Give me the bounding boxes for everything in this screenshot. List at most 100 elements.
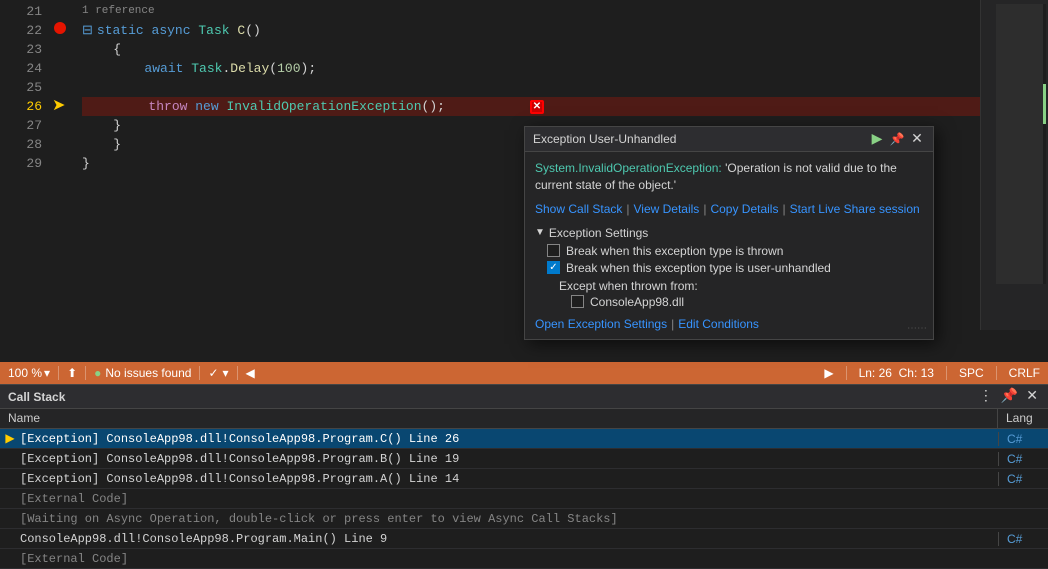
- row-current-icon: ▶: [0, 431, 20, 446]
- exception-icon[interactable]: ✕: [530, 100, 544, 114]
- code-line-26: throw new InvalidOperationException();: [82, 97, 1048, 116]
- row-name-2: [Exception] ConsoleApp98.dll!ConsoleApp9…: [20, 452, 998, 466]
- status-zoom[interactable]: 100 % ▾: [8, 366, 50, 380]
- table-row[interactable]: [External Code]: [0, 489, 1048, 509]
- panel-close-button[interactable]: ✕: [1024, 388, 1040, 405]
- panel-pin-button[interactable]: 📌: [999, 388, 1020, 405]
- code-line-25: [82, 78, 1048, 97]
- checkbox-1-label: Break when this exception type is thrown: [566, 244, 783, 258]
- popup-pin-button[interactable]: 📌: [889, 131, 905, 147]
- nav-prev-icon[interactable]: ◀: [246, 366, 255, 380]
- panel-title: Call Stack: [8, 390, 65, 404]
- triangle-icon: ▼: [535, 227, 545, 238]
- status-right: ▶ Ln: 26 Ch: 13 SPC CRLF: [824, 366, 1040, 380]
- code-line-24: await Task.Delay(100);: [82, 59, 1048, 78]
- spc-status[interactable]: SPC: [959, 366, 984, 380]
- checkmark-icon: ✓: [208, 366, 218, 380]
- no-issues-text: No issues found: [105, 366, 191, 380]
- popup-run-button[interactable]: ▶: [869, 131, 885, 147]
- resize-handle[interactable]: ⋯⋯: [907, 323, 927, 335]
- divider4: [237, 366, 238, 380]
- status-no-issues[interactable]: ● No issues found: [94, 366, 191, 380]
- ch-value: Ch: 13: [899, 366, 934, 380]
- right-panel: [980, 0, 1048, 330]
- check-mark: ✓: [549, 262, 557, 273]
- table-row[interactable]: [Waiting on Async Operation, double-clic…: [0, 509, 1048, 529]
- row-name-4: [External Code]: [20, 492, 998, 506]
- dll-checkbox-row: ConsoleApp98.dll: [571, 295, 923, 309]
- table-header: Name Lang: [0, 409, 1048, 429]
- zoom-dropdown-icon: ▾: [44, 366, 50, 380]
- current-line-arrow: ➤: [52, 95, 65, 115]
- checkbox-2-label: Break when this exception type is user-u…: [566, 261, 831, 275]
- popup-links: Show Call Stack | View Details | Copy De…: [535, 202, 923, 216]
- settings-header-label: Exception Settings: [549, 226, 648, 240]
- panel-controls: ⋮ 📌 ✕: [977, 388, 1040, 405]
- ln-value: Ln: 26: [859, 366, 892, 380]
- dll-checkbox[interactable]: [571, 295, 584, 308]
- row-name-5: [Waiting on Async Operation, double-clic…: [20, 512, 998, 526]
- open-settings-row: Open Exception Settings | Edit Condition…: [535, 317, 923, 331]
- callstack-panel: Call Stack ⋮ 📌 ✕ Name Lang ▶ [Exception]…: [0, 384, 1048, 556]
- popup-close-button[interactable]: ✕: [909, 131, 925, 147]
- row-name-7: [External Code]: [20, 552, 998, 566]
- code-line-21: 1 reference: [82, 2, 1048, 21]
- crlf-status[interactable]: CRLF: [1009, 366, 1040, 380]
- panel-menu-button[interactable]: ⋮: [977, 388, 995, 405]
- table-row[interactable]: [Exception] ConsoleApp98.dll!ConsoleApp9…: [0, 469, 1048, 489]
- popup-header: Exception User-Unhandled ▶ 📌 ✕: [525, 127, 933, 152]
- popup-controls: ▶ 📌 ✕: [869, 131, 925, 147]
- divider2: [85, 366, 86, 380]
- checkbox-row-2: ✓ Break when this exception type is user…: [547, 261, 923, 275]
- line-numbers: 21 22 23 24 25 26 27 28 29: [0, 0, 50, 330]
- table-row[interactable]: [Exception] ConsoleApp98.dll!ConsoleApp9…: [0, 449, 1048, 469]
- row-lang-6: C#: [998, 532, 1048, 546]
- col-name: Name: [0, 409, 998, 428]
- check-icon: ●: [94, 366, 101, 380]
- checkbox-2[interactable]: ✓: [547, 261, 560, 274]
- open-exception-settings-link[interactable]: Open Exception Settings: [535, 317, 667, 331]
- exception-settings: ▼ Exception Settings Break when this exc…: [535, 226, 923, 331]
- row-lang-3: C#: [998, 472, 1048, 486]
- checkbox-row-1: Break when this exception type is thrown: [547, 244, 923, 258]
- play-button[interactable]: ▶: [824, 366, 833, 380]
- ln-ch: Ln: 26 Ch: 13: [859, 366, 934, 380]
- row-lang-2: C#: [998, 452, 1048, 466]
- start-live-share-link[interactable]: Start Live Share session: [790, 202, 920, 216]
- panel-header: Call Stack ⋮ 📌 ✕: [0, 385, 1048, 409]
- checkbox-1[interactable]: [547, 244, 560, 257]
- breakpoint-dot: [54, 22, 66, 34]
- status-nav: ◀: [246, 366, 255, 380]
- dll-label: ConsoleApp98.dll: [590, 295, 684, 309]
- table-rows: ▶ [Exception] ConsoleApp98.dll!ConsoleAp…: [0, 429, 1048, 569]
- popup-body: System.InvalidOperationException: 'Opera…: [525, 152, 933, 339]
- show-call-stack-link[interactable]: Show Call Stack: [535, 202, 622, 216]
- col-lang: Lang: [998, 409, 1048, 428]
- divider: [58, 366, 59, 380]
- editor-gutter: ➤: [50, 0, 74, 330]
- divider3: [199, 366, 200, 380]
- table-row[interactable]: [External Code]: [0, 549, 1048, 569]
- exception-type: System.InvalidOperationException:: [535, 161, 722, 175]
- row-name-6: ConsoleApp98.dll!ConsoleApp98.Program.Ma…: [20, 532, 998, 546]
- edit-conditions-link[interactable]: Edit Conditions: [678, 317, 759, 331]
- exception-popup: Exception User-Unhandled ▶ 📌 ✕ System.In…: [524, 126, 934, 340]
- row-name-3: [Exception] ConsoleApp98.dll!ConsoleApp9…: [20, 472, 998, 486]
- status-checkmark[interactable]: ✓ ▾: [208, 366, 228, 380]
- status-git[interactable]: ⬆: [67, 366, 77, 380]
- status-bar: 100 % ▾ ⬆ ● No issues found ✓ ▾ ◀ ▶ Ln: …: [0, 362, 1048, 384]
- row-name-1: [Exception] ConsoleApp98.dll!ConsoleApp9…: [20, 432, 998, 446]
- zoom-level: 100 %: [8, 366, 42, 380]
- checkmark-dropdown: ▾: [223, 366, 229, 380]
- callstack-table: Name Lang ▶ [Exception] ConsoleApp98.dll…: [0, 409, 1048, 569]
- popup-title: Exception User-Unhandled: [533, 132, 676, 146]
- view-details-link[interactable]: View Details: [634, 202, 700, 216]
- copy-details-link[interactable]: Copy Details: [710, 202, 778, 216]
- except-when-label: Except when thrown from:: [559, 279, 923, 293]
- table-row[interactable]: ▶ [Exception] ConsoleApp98.dll!ConsoleAp…: [0, 429, 1048, 449]
- row-lang-1: C#: [998, 432, 1048, 446]
- table-row[interactable]: ConsoleApp98.dll!ConsoleApp98.Program.Ma…: [0, 529, 1048, 549]
- git-icon: ⬆: [67, 366, 77, 380]
- settings-header[interactable]: ▼ Exception Settings: [535, 226, 923, 240]
- minimap: [996, 4, 1046, 284]
